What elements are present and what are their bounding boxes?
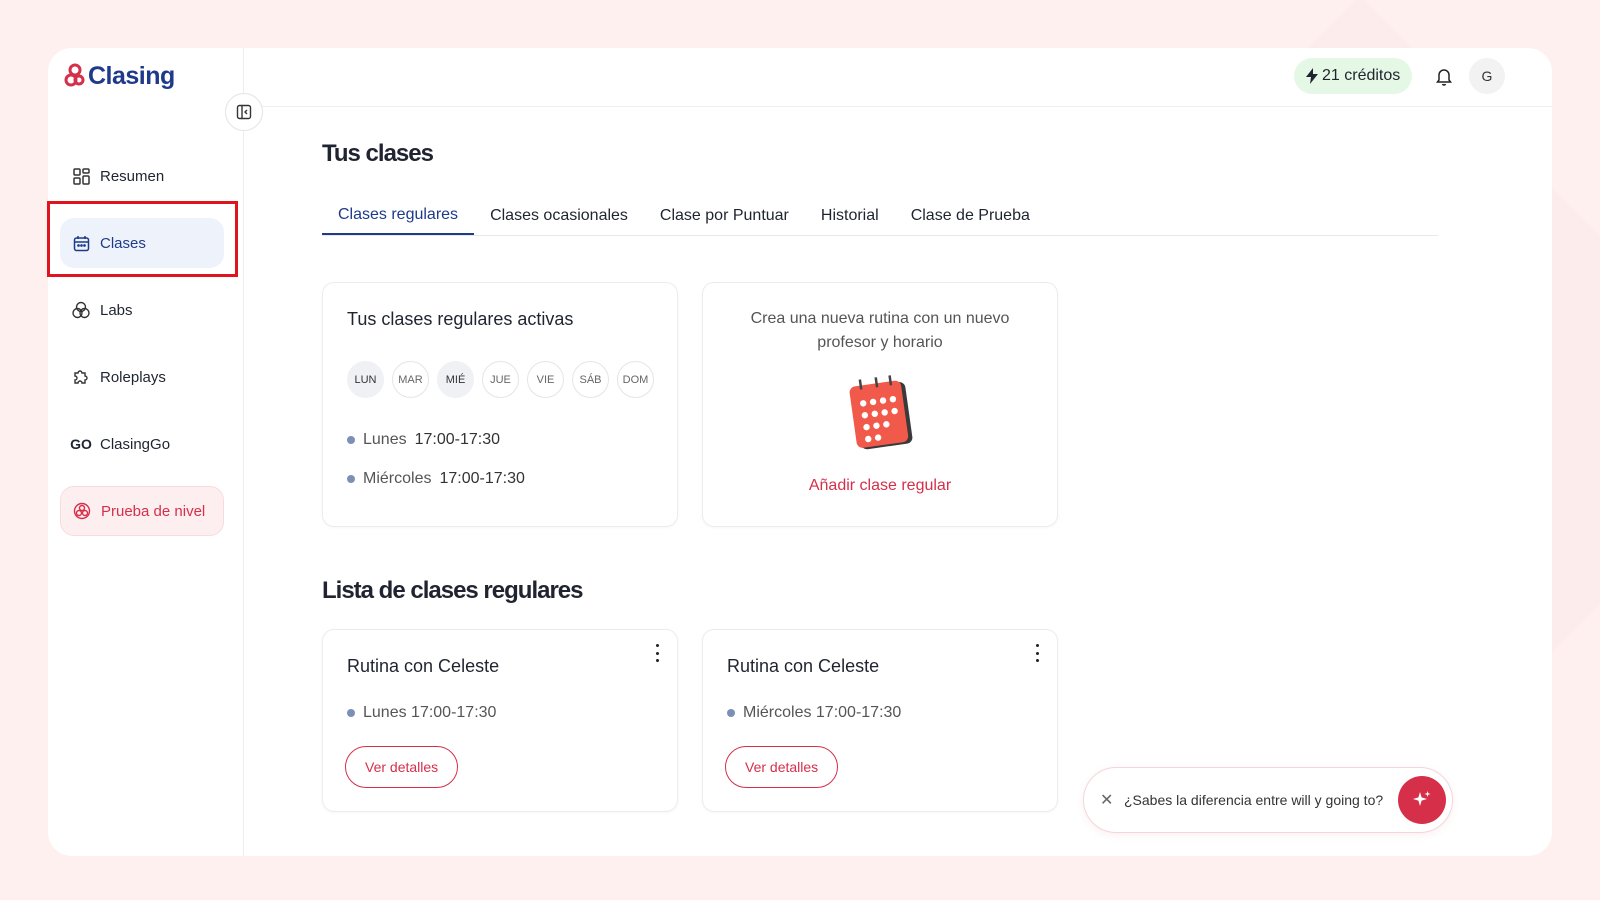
sidebar-item-label: Labs <box>100 301 133 319</box>
schedule-time: 17:00-17:30 <box>414 431 500 448</box>
sidebar-item-labs[interactable]: Labs <box>60 285 224 335</box>
add-regular-class-link[interactable]: Añadir clase regular <box>703 477 1057 495</box>
active-classes-card: Tus clases regulares activas LUN MAR MIÉ… <box>322 282 678 527</box>
clasing-logo[interactable]: Clasing <box>64 62 175 91</box>
sidebar-collapse-icon <box>236 104 252 120</box>
lightning-icon <box>1306 68 1318 84</box>
routine-title: Rutina con Celeste <box>347 656 500 676</box>
clasing-logo-icon <box>64 63 85 86</box>
sidebar-item-clasinggo[interactable]: GO ClasingGo <box>60 419 224 469</box>
day-chip-mar: MAR <box>392 361 429 398</box>
sidebar-item-label: Roleplays <box>100 368 166 386</box>
dashboard-icon <box>71 166 91 186</box>
sidebar: Clasing Resumen Clases Labs Roleplays GO… <box>48 48 244 856</box>
ai-chat-prompt[interactable]: ✕ ¿Sabes la diferencia entre will y goin… <box>1083 767 1453 833</box>
routine-schedule: Miércoles 17:00-17:30 <box>727 704 901 722</box>
routine-card: Rutina con Celeste Lunes 17:00-17:30 Ver… <box>322 629 678 812</box>
calendar-icon <box>71 233 91 253</box>
more-options-icon[interactable] <box>1029 644 1045 662</box>
new-routine-card[interactable]: Crea una nueva rutina con un nuevo profe… <box>702 282 1058 527</box>
card-title: Tus clases regulares activas <box>347 309 574 329</box>
chat-prompt-text: ¿Sabes la diferencia entre will y going … <box>1124 792 1384 808</box>
day-chip-dom: DOM <box>617 361 654 398</box>
sidebar-nav: Resumen Clases Labs Roleplays GO Clasing… <box>60 151 224 553</box>
logo-wordmark: Clasing <box>88 62 175 90</box>
header-divider <box>258 106 1552 107</box>
day-chip-sab: SÁB <box>572 361 609 398</box>
user-avatar[interactable]: G <box>1469 58 1505 94</box>
sidebar-item-label: Resumen <box>100 167 165 185</box>
day-chip-lun: LUN <box>347 361 384 398</box>
sidebar-item-label: Prueba de nivel <box>101 502 206 520</box>
puzzle-icon <box>71 367 91 387</box>
tab-clases-ocasionales[interactable]: Clases ocasionales <box>474 196 644 235</box>
section-title: Lista de clases regulares <box>322 577 583 604</box>
sidebar-item-clases[interactable]: Clases <box>60 218 224 268</box>
app-window: Clasing Resumen Clases Labs Roleplays GO… <box>48 48 1552 856</box>
close-icon[interactable]: ✕ <box>1100 790 1114 810</box>
day-chip-mie: MIÉ <box>437 361 474 398</box>
bell-icon <box>1436 69 1452 86</box>
bullet-dot <box>347 709 355 717</box>
sidebar-item-label: ClasingGo <box>100 435 171 453</box>
day-chip-jue: JUE <box>482 361 519 398</box>
credits-count: 21 créditos <box>1322 67 1401 84</box>
level-test-icon <box>72 501 92 521</box>
schedule-item: Miércoles 17:00-17:30 <box>347 470 525 488</box>
sidebar-item-resumen[interactable]: Resumen <box>60 151 224 201</box>
routine-schedule-text: Miércoles 17:00-17:30 <box>743 704 902 721</box>
notifications-button[interactable] <box>1433 65 1455 87</box>
sidebar-collapse-button[interactable] <box>225 93 263 131</box>
bullet-dot <box>727 709 735 717</box>
sidebar-item-roleplays[interactable]: Roleplays <box>60 352 224 402</box>
schedule-time: 17:00-17:30 <box>439 470 525 487</box>
credits-badge[interactable]: 21 créditos <box>1294 58 1413 94</box>
weekday-selector: LUN MAR MIÉ JUE VIE SÁB DOM <box>347 361 654 398</box>
sidebar-item-prueba-de-nivel[interactable]: Prueba de nivel <box>60 486 224 536</box>
ai-assistant-button[interactable] <box>1398 776 1446 824</box>
routine-schedule: Lunes 17:00-17:30 <box>347 704 496 722</box>
tab-clase-por-puntuar[interactable]: Clase por Puntuar <box>644 196 805 235</box>
page-title: Tus clases <box>322 140 434 167</box>
sparkle-icon <box>1413 791 1431 806</box>
class-tabs: Clases regulares Clases ocasionales Clas… <box>322 196 1438 236</box>
ver-detalles-button[interactable]: Ver detalles <box>345 746 459 788</box>
schedule-day: Miércoles <box>363 470 432 487</box>
labs-icon <box>71 300 91 320</box>
routine-schedule-text: Lunes 17:00-17:30 <box>363 704 497 721</box>
go-icon: GO <box>70 436 92 452</box>
tab-clase-de-prueba[interactable]: Clase de Prueba <box>895 196 1046 235</box>
bullet-dot <box>347 436 355 444</box>
ver-detalles-button[interactable]: Ver detalles <box>725 746 839 788</box>
schedule-day: Lunes <box>363 431 407 448</box>
more-options-icon[interactable] <box>649 644 665 662</box>
bullet-dot <box>347 475 355 483</box>
routine-title: Rutina con Celeste <box>727 656 880 676</box>
tab-clases-regulares[interactable]: Clases regulares <box>322 196 475 235</box>
schedule-item: Lunes 17:00-17:30 <box>347 431 500 449</box>
new-routine-description: Crea una nueva rutina con un nuevo profe… <box>750 310 1010 351</box>
sidebar-item-label: Clases <box>100 234 146 252</box>
routine-card: Rutina con Celeste Miércoles 17:00-17:30… <box>702 629 1058 812</box>
calendar-illustration-icon <box>847 375 915 456</box>
day-chip-vie: VIE <box>527 361 564 398</box>
tab-historial[interactable]: Historial <box>805 196 895 235</box>
